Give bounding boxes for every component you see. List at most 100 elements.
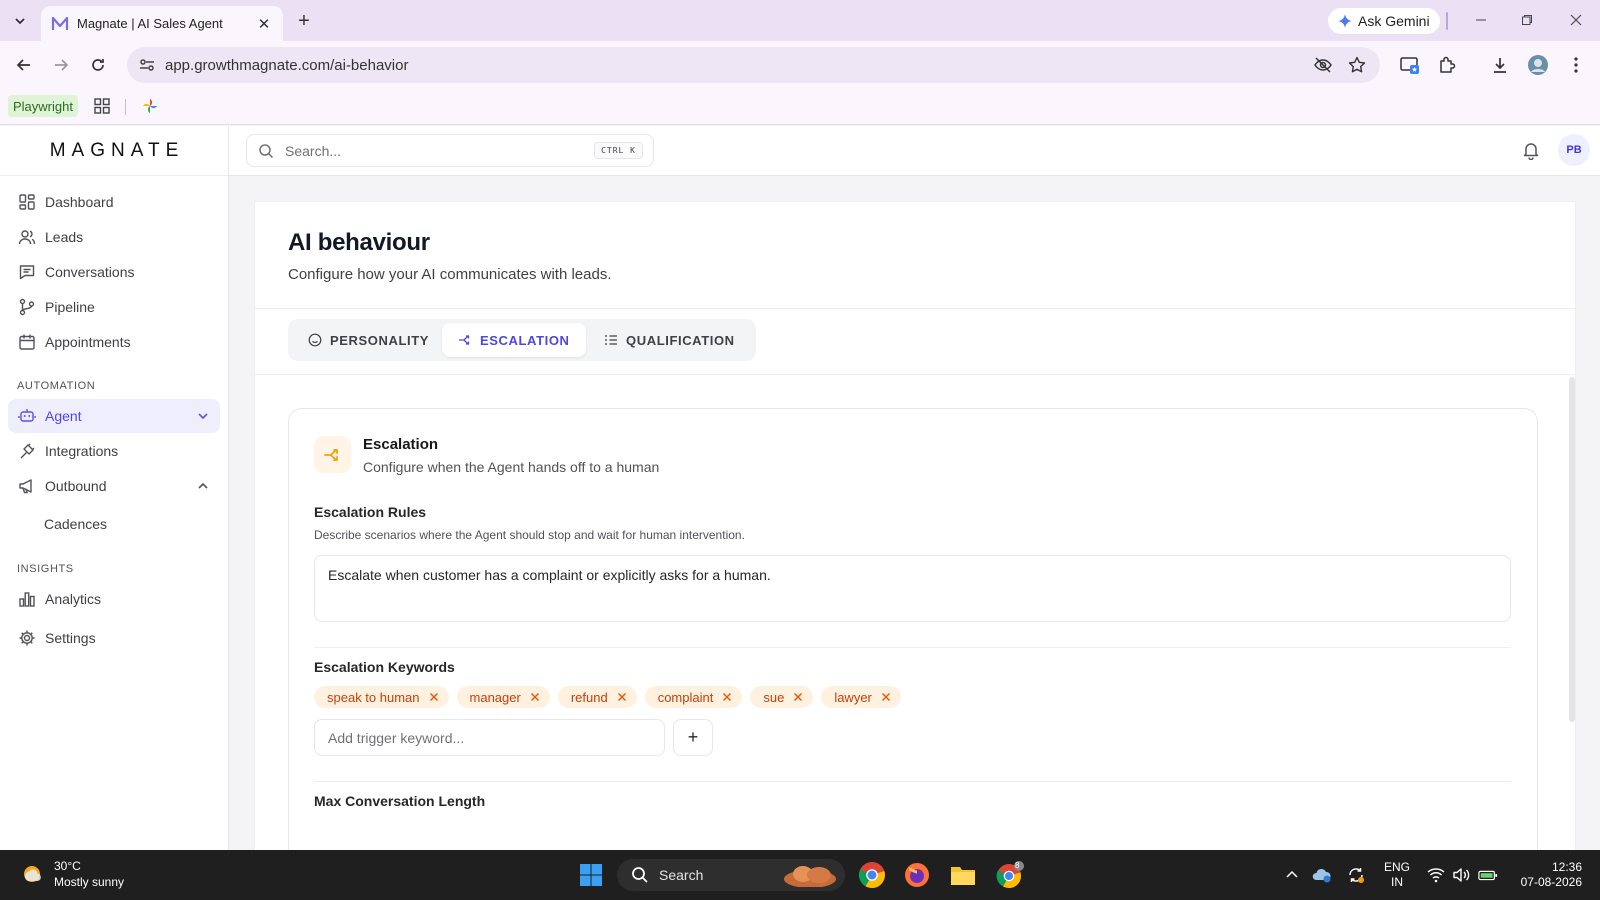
forward-arrow-icon[interactable]: [49, 53, 73, 77]
behaviour-tabs: PERSONALITY ESCALATION QUALIFICATION: [288, 319, 756, 361]
keywords-divider: [314, 781, 1511, 782]
language-code: ENG: [1384, 860, 1411, 874]
wifi-icon[interactable]: [1426, 865, 1446, 885]
keyword-chip-label: complaint: [657, 689, 714, 705]
tab-close-icon[interactable]: ✕: [255, 15, 273, 33]
user-avatar[interactable]: PB: [1558, 134, 1590, 166]
close-window-icon[interactable]: [1561, 8, 1591, 32]
back-arrow-icon[interactable]: [12, 53, 36, 77]
weather-temperature: 30°C: [54, 859, 81, 873]
apps-grid-icon[interactable]: [92, 96, 112, 116]
sidebar-item-agent[interactable]: Agent: [8, 399, 220, 433]
onedrive-icon[interactable]: [1312, 865, 1332, 885]
system-clock[interactable]: 12:36 07-08-2026: [1512, 860, 1582, 890]
remove-keyword-icon[interactable]: [879, 690, 893, 704]
remove-keyword-icon[interactable]: [615, 690, 629, 704]
tab-label: PERSONALITY: [330, 332, 430, 348]
remove-keyword-icon[interactable]: [720, 690, 734, 704]
download-icon[interactable]: [1488, 53, 1512, 77]
logo-text: MAGNATE: [49, 139, 185, 161]
magnate-logo[interactable]: MAGNATE: [0, 126, 228, 176]
chevron-down-icon[interactable]: [196, 409, 210, 423]
keyword-chip: sue: [750, 686, 814, 708]
sidebar-item-label: Settings: [45, 630, 96, 646]
keyword-chip: complaint: [644, 686, 743, 708]
tab-qualification[interactable]: QUALIFICATION: [588, 323, 751, 357]
global-search[interactable]: Search... CTRL K: [246, 134, 654, 167]
sidebar-item-dashboard[interactable]: Dashboard: [8, 185, 220, 219]
bell-icon[interactable]: [1521, 140, 1541, 160]
keyword-chip-label: lawyer: [834, 689, 872, 705]
firefox-taskbar-icon[interactable]: [900, 858, 934, 892]
escalation-keywords-label: Escalation Keywords: [314, 659, 455, 675]
page-title: AI behaviour: [288, 229, 430, 256]
chrome-taskbar-icon[interactable]: [855, 858, 889, 892]
bookmark-playwright[interactable]: Playwright: [8, 95, 78, 117]
browser-tab-active[interactable]: Magnate | AI Sales Agent ✕: [41, 6, 283, 41]
card-subtitle: Configure when the Agent hands off to a …: [363, 459, 660, 475]
profile-avatar-icon[interactable]: [1526, 53, 1550, 77]
ask-gemini-button[interactable]: Ask Gemini: [1328, 8, 1440, 34]
address-bar[interactable]: app.growthmagnate.com/ai-behavior: [127, 47, 1380, 83]
content-scrollbar[interactable]: [1569, 377, 1575, 722]
plug-icon: [20, 443, 35, 459]
keyword-chip-label: speak to human: [327, 689, 420, 705]
reload-icon[interactable]: [86, 53, 110, 77]
header-divider: [255, 308, 1575, 309]
sync-icon[interactable]: [1346, 865, 1366, 885]
sidebar-item-label: Integrations: [45, 443, 119, 459]
new-tab-button[interactable]: +: [292, 9, 316, 33]
search-icon: [259, 143, 274, 158]
site-settings-icon[interactable]: [137, 55, 157, 75]
battery-icon[interactable]: [1478, 865, 1498, 885]
escalation-card: Escalation Configure when the Agent hand…: [288, 408, 1538, 850]
sidebar: MAGNATE Dashboard Leads Conversations Pi…: [0, 126, 229, 850]
google-photos-icon[interactable]: [140, 96, 160, 116]
sidebar-item-appointments[interactable]: Appointments: [8, 325, 220, 359]
browser-menu-icon[interactable]: [1564, 53, 1588, 77]
tray-overflow-chevron-icon[interactable]: [1282, 865, 1302, 885]
search-icon: [632, 867, 648, 883]
sidebar-item-outbound[interactable]: Outbound: [8, 469, 220, 503]
tab-list-chevron-icon[interactable]: [8, 9, 32, 33]
bookmarks-bar: Playwright: [0, 89, 1600, 125]
escalation-rules-help: Describe scenarios where the Agent shoul…: [314, 528, 745, 542]
keyword-chip-label: manager: [469, 689, 521, 705]
url-text: app.growthmagnate.com/ai-behavior: [165, 56, 409, 74]
remove-keyword-icon[interactable]: [427, 690, 441, 704]
sidebar-item-cadences[interactable]: Cadences: [44, 516, 107, 532]
file-explorer-icon[interactable]: [946, 858, 980, 892]
region-code: IN: [1391, 875, 1403, 889]
keyword-chip: refund: [557, 686, 637, 708]
keyword-chip: manager: [456, 686, 550, 708]
add-keyword-button[interactable]: +: [673, 719, 713, 756]
sidebar-item-analytics[interactable]: Analytics: [8, 582, 220, 616]
minimize-icon[interactable]: [1466, 8, 1496, 32]
eye-off-icon[interactable]: [1312, 54, 1334, 76]
volume-icon[interactable]: [1451, 865, 1471, 885]
weather-widget[interactable]: 30°C Mostly sunny: [20, 858, 124, 890]
sidebar-item-integrations[interactable]: Integrations: [8, 434, 220, 468]
windows-start-icon[interactable]: [574, 858, 608, 892]
remove-keyword-icon[interactable]: [528, 690, 542, 704]
tab-personality[interactable]: PERSONALITY: [292, 323, 445, 357]
taskbar-search[interactable]: Search: [617, 859, 845, 891]
section-label-automation: AUTOMATION: [17, 380, 96, 392]
chevron-up-icon[interactable]: [196, 479, 210, 493]
sidebar-item-settings[interactable]: Settings: [8, 621, 220, 655]
chrome-profile-taskbar-icon[interactable]: 8: [993, 858, 1027, 892]
cast-icon[interactable]: [1398, 53, 1422, 77]
rules-divider: [314, 647, 1511, 648]
escalation-rules-textarea[interactable]: Escalate when customer has a complaint o…: [314, 555, 1511, 622]
language-indicator[interactable]: ENG IN: [1384, 860, 1410, 890]
sidebar-item-pipeline[interactable]: Pipeline: [8, 290, 220, 324]
add-keyword-input[interactable]: Add trigger keyword...: [314, 719, 665, 756]
restore-icon[interactable]: [1512, 8, 1542, 32]
weather-condition: Mostly sunny: [54, 875, 125, 889]
remove-keyword-icon[interactable]: [791, 690, 805, 704]
bookmark-star-icon[interactable]: [1346, 54, 1368, 76]
tab-escalation[interactable]: ESCALATION: [442, 323, 586, 357]
sidebar-item-conversations[interactable]: Conversations: [8, 255, 220, 289]
extensions-puzzle-icon[interactable]: [1435, 53, 1459, 77]
sidebar-item-leads[interactable]: Leads: [8, 220, 220, 254]
